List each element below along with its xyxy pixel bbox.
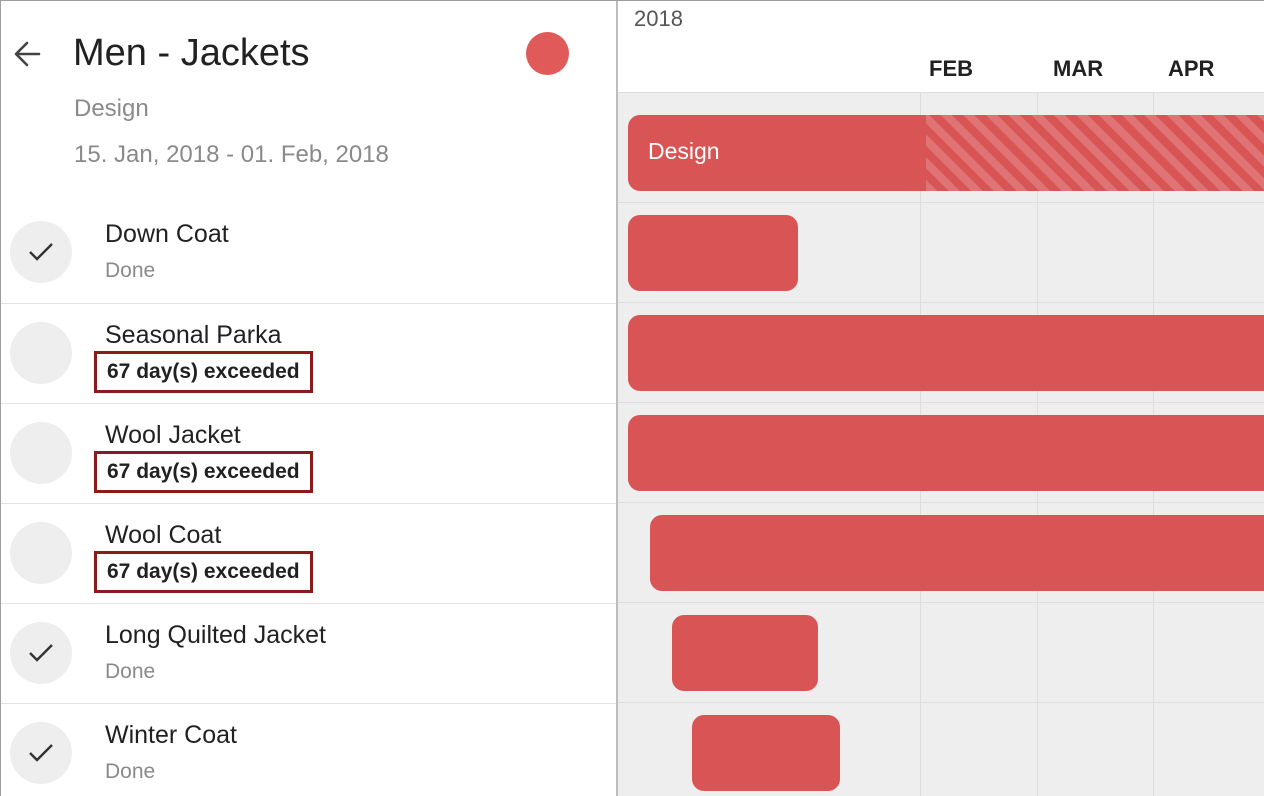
task-name: Wool Coat bbox=[105, 521, 222, 549]
phase-bar-label: Design bbox=[648, 138, 720, 164]
timeline-header: 2018 FEB MAR APR bbox=[618, 0, 1264, 93]
back-button[interactable] bbox=[9, 36, 45, 72]
complete-toggle[interactable] bbox=[10, 722, 72, 784]
grid-line bbox=[618, 402, 1264, 403]
grid-line bbox=[618, 502, 1264, 503]
task-bar[interactable] bbox=[650, 515, 1264, 591]
task-bar[interactable] bbox=[672, 615, 818, 691]
month-label: APR bbox=[1168, 56, 1215, 81]
task-status: Done bbox=[105, 259, 156, 282]
complete-toggle[interactable] bbox=[10, 622, 72, 684]
task-name: Long Quilted Jacket bbox=[105, 621, 326, 649]
task-bar[interactable] bbox=[628, 315, 1264, 391]
task-row[interactable]: Down Coat Done bbox=[1, 203, 616, 303]
task-list-panel: Men - Jackets Design 15. Jan, 2018 - 01.… bbox=[0, 0, 616, 796]
phase-label: Design bbox=[74, 95, 149, 122]
checkmark-icon bbox=[29, 644, 53, 662]
task-row[interactable]: Long Quilted Jacket Done bbox=[1, 603, 616, 703]
grid-line bbox=[618, 202, 1264, 203]
arrow-left-icon bbox=[14, 41, 41, 67]
date-range: 15. Jan, 2018 - 01. Feb, 2018 bbox=[74, 141, 389, 168]
task-row[interactable]: Wool Coat 67 day(s) exceeded bbox=[1, 503, 616, 603]
complete-toggle[interactable] bbox=[10, 422, 72, 484]
exceeded-warning: 67 day(s) exceeded bbox=[94, 351, 313, 393]
task-bar[interactable] bbox=[692, 715, 840, 791]
page-title: Men - Jackets bbox=[73, 32, 310, 74]
month-label: FEB bbox=[929, 56, 973, 81]
task-name: Winter Coat bbox=[105, 721, 237, 749]
task-bar[interactable] bbox=[628, 415, 1264, 491]
gantt-timeline: 2018 FEB MAR APR Design bbox=[616, 0, 1264, 796]
grid-line bbox=[618, 302, 1264, 303]
month-label: MAR bbox=[1053, 56, 1104, 81]
complete-toggle[interactable] bbox=[10, 221, 72, 283]
task-name: Wool Jacket bbox=[105, 421, 241, 449]
grid-line bbox=[618, 602, 1264, 603]
checkmark-icon bbox=[29, 744, 53, 762]
phase-bar[interactable]: Design bbox=[628, 115, 1264, 191]
app-window: Men - Jackets Design 15. Jan, 2018 - 01.… bbox=[0, 0, 1264, 796]
task-name: Down Coat bbox=[105, 220, 229, 248]
grid-line bbox=[618, 702, 1264, 703]
top-border bbox=[0, 0, 1264, 1]
task-status: Done bbox=[105, 760, 156, 783]
status-indicator bbox=[526, 32, 569, 75]
task-row[interactable]: Winter Coat Done bbox=[1, 703, 616, 796]
task-bar[interactable] bbox=[628, 215, 798, 291]
timeline-year: 2018 bbox=[634, 6, 683, 31]
task-name: Seasonal Parka bbox=[105, 321, 282, 349]
task-status: Done bbox=[105, 660, 156, 683]
exceeded-warning: 67 day(s) exceeded bbox=[94, 551, 313, 593]
exceeded-warning: 67 day(s) exceeded bbox=[94, 451, 313, 493]
overdue-hatch bbox=[926, 115, 1264, 191]
complete-toggle[interactable] bbox=[10, 522, 72, 584]
complete-toggle[interactable] bbox=[10, 322, 72, 384]
checkmark-icon bbox=[29, 243, 53, 261]
task-row[interactable]: Wool Jacket 67 day(s) exceeded bbox=[1, 403, 616, 503]
task-row[interactable]: Seasonal Parka 67 day(s) exceeded bbox=[1, 303, 616, 403]
